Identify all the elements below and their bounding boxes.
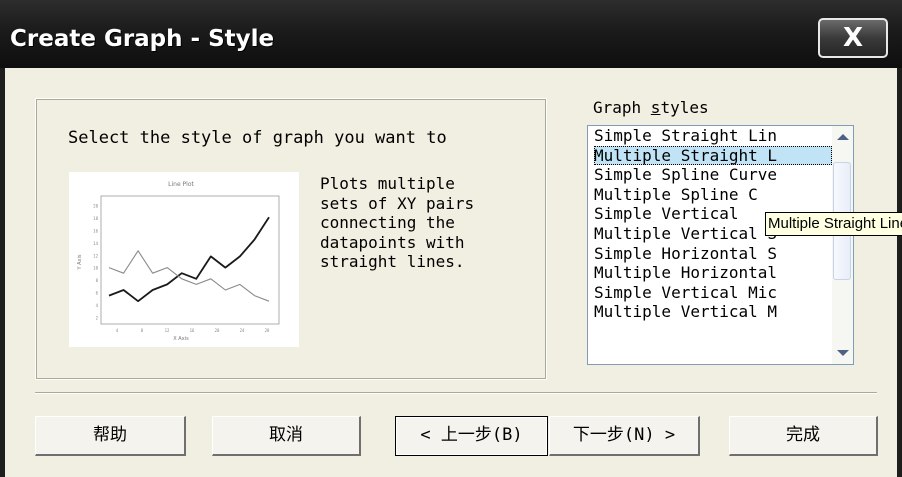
label-text: Graph xyxy=(593,98,651,117)
y-tick-label: 14 xyxy=(93,241,98,246)
list-item[interactable]: Simple Vertical Mic xyxy=(594,283,832,303)
y-axis-label: Y Axis xyxy=(77,254,83,270)
scroll-up-button[interactable] xyxy=(832,126,853,148)
description-line: Plots multiple xyxy=(320,174,455,193)
x-tick-label: 8 xyxy=(141,328,144,333)
window-frame-right xyxy=(897,68,902,477)
y-tick-label: 12 xyxy=(93,253,98,258)
series-lines xyxy=(108,216,270,303)
y-tick-label: 10 xyxy=(93,266,98,271)
graph-styles-listbox[interactable]: Simple Straight Lin Multiple Straight L … xyxy=(587,125,854,365)
scroll-down-button[interactable] xyxy=(832,342,853,364)
y-tick-label: 2 xyxy=(96,316,99,321)
y-tick-label: 18 xyxy=(93,216,98,221)
description-line: datapoints with xyxy=(320,232,465,252)
chart-title: Line Plot xyxy=(168,181,194,188)
label-hotkey: s xyxy=(650,98,661,117)
y-tick-label: 16 xyxy=(93,228,98,233)
x-tick-label: 16 xyxy=(190,328,195,333)
list-item[interactable]: Simple Straight Lin xyxy=(594,126,832,146)
list-item-selected[interactable]: Multiple Straight L xyxy=(594,145,832,166)
y-tick-label: 20 xyxy=(93,204,98,209)
arrow-up-icon xyxy=(837,134,849,140)
axis-ticks: 4 8 12 16 20 24 282468101214161820 xyxy=(93,204,270,334)
graph-preview: Line Plot X Axis Y Axis 4 8 12 16 20 24 28 2 4 6 8… xyxy=(69,172,299,347)
style-prompt: Select the style of graph you want to xyxy=(68,128,447,148)
description-line: straight lines. xyxy=(320,252,465,271)
description-line: connecting the xyxy=(320,213,455,232)
list-item[interactable]: Multiple Spline C xyxy=(594,185,832,205)
x-tick-label: 12 xyxy=(165,328,170,333)
list-item[interactable]: Simple Spline Curve xyxy=(594,165,832,185)
next-button[interactable]: 下一步(N) > xyxy=(549,416,700,456)
list-item[interactable]: Multiple Vertical M xyxy=(594,302,832,322)
close-icon: X xyxy=(842,23,864,53)
cancel-button[interactable]: 取消 xyxy=(212,416,361,456)
title-bar: Create Graph - Style X xyxy=(0,0,902,68)
y-tick-label: 4 xyxy=(96,303,99,308)
y-tick-label: 8 xyxy=(96,278,99,283)
description-line: sets of XY pairs xyxy=(320,193,475,213)
label-text: tyles xyxy=(660,98,709,117)
preview-chart: Line Plot X Axis Y Axis 4 8 12 16 20 24 282468… xyxy=(77,181,280,342)
style-description: Plots multiple sets of XY pairs connecti… xyxy=(320,174,520,272)
finish-button[interactable]: 完成 xyxy=(729,416,878,456)
vertical-scrollbar[interactable] xyxy=(832,126,853,364)
back-button[interactable]: < 上一步(B) xyxy=(395,416,548,456)
arrow-down-icon xyxy=(837,350,849,356)
x-tick-label: 28 xyxy=(265,328,270,333)
list-item[interactable]: Simple Horizontal S xyxy=(594,244,832,264)
x-tick-label: 24 xyxy=(240,328,245,333)
graph-styles-label: Graph styles xyxy=(593,98,709,117)
help-button[interactable]: 帮助 xyxy=(35,416,186,456)
x-tick-label: 20 xyxy=(215,328,220,333)
x-tick-label: 4 xyxy=(116,328,119,333)
y-tick-label: 6 xyxy=(96,291,99,296)
tooltip: Multiple Straight Lines xyxy=(765,212,902,236)
plot-frame xyxy=(100,195,280,325)
separator xyxy=(35,392,877,394)
list-item[interactable]: Multiple Horizontal xyxy=(594,263,832,283)
window-frame-left xyxy=(0,68,5,477)
close-button[interactable]: X xyxy=(818,18,888,58)
window-title: Create Graph - Style xyxy=(10,26,275,52)
x-axis-label: X Axis xyxy=(173,336,189,342)
